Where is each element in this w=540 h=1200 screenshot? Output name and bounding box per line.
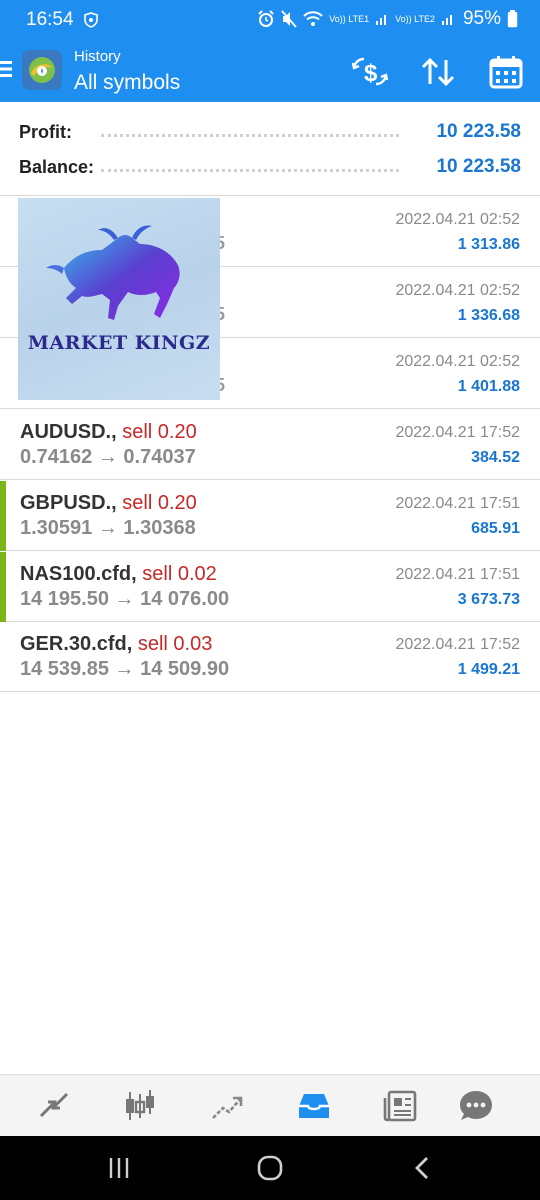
deal-prices: 14 539.85 → 14 509.90 xyxy=(20,658,230,680)
deal-time: 2022.04.21 02:52 xyxy=(395,282,520,299)
deal-time: 2022.04.21 17:51 xyxy=(395,566,520,583)
trade-icon[interactable] xyxy=(207,1086,247,1126)
status-time: 16:54 xyxy=(26,9,74,30)
dotted-leader xyxy=(101,169,399,172)
deal-row[interactable]: NAS100.cfd, sell 0.02 14 195.50 → 14 076… xyxy=(0,552,540,622)
deal-time: 2022.04.21 17:52 xyxy=(395,636,520,653)
signal-icon xyxy=(376,15,387,25)
wifi-icon xyxy=(303,11,323,26)
deal-symbol: NAS100.cfd, xyxy=(20,563,137,585)
currency-exchange-icon[interactable]: $ xyxy=(350,54,390,90)
bottom-nav xyxy=(0,1074,540,1136)
recent-apps-icon[interactable] xyxy=(104,1154,134,1182)
balance-value: 10 223.58 xyxy=(436,156,521,177)
deal-time: 2022.04.21 02:52 xyxy=(395,353,520,370)
news-icon[interactable] xyxy=(381,1086,421,1126)
watermark-image: MARKET KINGZ xyxy=(18,198,220,400)
deal-profit: 1 499.21 xyxy=(457,661,520,678)
account-summary: Profit: 10 223.58 Balance: 10 223.58 xyxy=(0,102,540,196)
back-icon[interactable] xyxy=(408,1154,438,1182)
battery-percent: 95% xyxy=(462,8,501,29)
deal-row[interactable]: AUDUSD., sell 0.20 0.74162 → 0.74037 202… xyxy=(0,410,540,480)
deal-time: 2022.04.21 17:51 xyxy=(395,495,520,512)
history-icon[interactable] xyxy=(294,1086,334,1126)
profit-label: Profit: xyxy=(19,122,72,142)
watermark-text: MARKET KINGZ xyxy=(27,332,211,354)
deal-prices: 14 195.50 → 14 076.00 xyxy=(20,588,230,610)
chat-icon[interactable] xyxy=(456,1086,496,1126)
top-bar: 16:54 Vo)) LTE1 Vo)) LTE2 95% History Al… xyxy=(0,0,540,102)
deal-symbol: GER.30.cfd, xyxy=(20,633,133,655)
deal-header: GBPUSD., sell 0.20 xyxy=(20,492,197,515)
deal-profit: 1 313.86 xyxy=(457,236,520,253)
mute-icon xyxy=(281,10,297,28)
menu-icon[interactable] xyxy=(0,60,14,78)
app-subtitle: History xyxy=(74,48,121,65)
profit-row: Profit: 10 223.58 xyxy=(19,118,521,148)
deal-symbol: GBPUSD., xyxy=(20,492,117,514)
alarm-icon xyxy=(258,10,274,27)
deal-side: sell 0.20 xyxy=(122,421,197,443)
deal-prices: 1.30591 → 1.30368 xyxy=(20,517,196,539)
balance-label: Balance: xyxy=(19,157,95,177)
deal-marker xyxy=(0,481,6,551)
app-logo xyxy=(22,50,62,90)
deal-side: sell 0.02 xyxy=(142,563,217,585)
deal-row[interactable]: GER.30.cfd, sell 0.03 14 539.85 → 14 509… xyxy=(0,622,540,692)
shield-icon xyxy=(84,12,98,28)
deal-profit: 384.52 xyxy=(471,449,520,466)
deal-marker xyxy=(0,552,6,622)
deal-time: 2022.04.21 02:52 xyxy=(395,211,520,228)
svg-text:$: $ xyxy=(364,60,378,87)
battery-icon xyxy=(507,10,518,28)
deal-profit: 1 401.88 xyxy=(457,378,520,395)
balance-row: Balance: 10 223.58 xyxy=(19,153,521,183)
status-bar: 16:54 Vo)) LTE1 Vo)) LTE2 95% xyxy=(0,0,540,40)
deal-header: NAS100.cfd, sell 0.02 xyxy=(20,563,217,586)
deal-prices: 0.74162 → 0.74037 xyxy=(20,446,196,468)
deal-profit: 3 673.73 xyxy=(457,591,520,608)
signal-icon xyxy=(441,15,452,25)
deal-header: AUDUSD., sell 0.20 xyxy=(20,421,197,444)
sim2-label: Vo)) LTE2 xyxy=(395,13,435,24)
bull-logo-icon xyxy=(46,225,180,320)
sim1-label: Vo)) LTE1 xyxy=(329,13,370,24)
system-nav-bar xyxy=(0,1136,540,1200)
deal-profit: 685.91 xyxy=(471,520,520,537)
page-title[interactable]: All symbols xyxy=(74,71,180,95)
deal-row[interactable]: GBPUSD., sell 0.20 1.30591 → 1.30368 202… xyxy=(0,481,540,551)
app-bar: History All symbols $ xyxy=(0,40,540,102)
sort-icon[interactable] xyxy=(418,54,458,90)
chart-icon[interactable] xyxy=(120,1086,160,1126)
metatrader-logo-icon xyxy=(22,50,62,90)
calendar-icon[interactable] xyxy=(486,54,526,90)
profit-value: 10 223.58 xyxy=(436,121,521,142)
deal-profit: 1 336.68 xyxy=(457,307,520,324)
deal-header: GER.30.cfd, sell 0.03 xyxy=(20,633,212,656)
status-right: Vo)) LTE1 Vo)) LTE2 95% xyxy=(257,8,518,30)
home-icon[interactable] xyxy=(255,1154,285,1182)
quotes-icon[interactable] xyxy=(33,1086,73,1126)
dotted-leader xyxy=(101,134,399,137)
deal-side: sell 0.20 xyxy=(122,492,197,514)
deal-time: 2022.04.21 17:52 xyxy=(395,424,520,441)
deal-side: sell 0.03 xyxy=(137,633,213,655)
deal-symbol: AUDUSD., xyxy=(20,421,117,443)
